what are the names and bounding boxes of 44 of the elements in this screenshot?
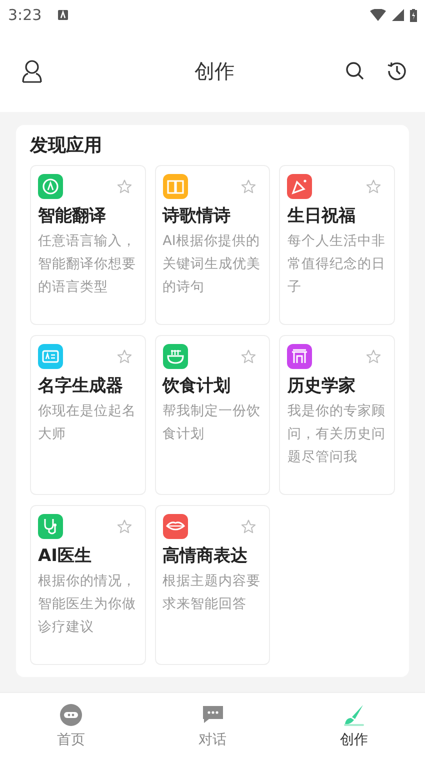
star-icon[interactable]	[366, 179, 381, 194]
app-card[interactable]: 智能翻译 任意语言输入，智能翻译你想要的语言类型	[30, 165, 146, 325]
battery-icon	[410, 8, 417, 22]
app-card[interactable]: 高情商表达 根据主题内容要求来智能回答	[154, 505, 270, 665]
app-card[interactable]: 名字生成器 你现在是位起名大师	[30, 335, 146, 495]
search-icon[interactable]	[345, 61, 365, 81]
star-icon[interactable]	[366, 349, 381, 364]
app-name: 诗歌情诗	[162, 205, 232, 227]
brush-icon	[342, 703, 366, 727]
app-name: 历史学家	[287, 375, 356, 397]
app-card[interactable]: 历史学家 我是你的专家顾问，有关历史问题尽管问我	[279, 335, 395, 495]
app-description: 帮我制定一份饮食计划	[162, 402, 262, 444]
app-name: 名字生成器	[38, 375, 124, 397]
star-icon[interactable]	[116, 519, 132, 534]
page-title: 创作	[194, 58, 236, 84]
app-description: 每个人生活中非常值得纪念的日子	[287, 232, 386, 297]
app-card[interactable]: AI医生 根据你的情况，智能医生为你做诊疗建议	[30, 505, 146, 665]
robot-face-icon	[58, 703, 83, 727]
app-name: 智能翻译	[38, 205, 107, 227]
app-description: AI根据你提供的关键词生成优美的诗句	[162, 232, 262, 297]
app-description: 我是你的专家顾问，有关历史问题尽管问我	[287, 402, 386, 467]
app-name: AI医生	[38, 545, 92, 567]
app-name: 饮食计划	[162, 375, 232, 397]
star-icon[interactable]	[241, 349, 256, 364]
history-icon[interactable]	[387, 61, 407, 81]
wifi-icon	[370, 9, 386, 21]
app-card[interactable]: 饮食计划 帮我制定一份饮食计划	[154, 335, 270, 495]
section-title: 发现应用	[30, 134, 103, 157]
star-icon[interactable]	[116, 349, 132, 364]
star-icon[interactable]	[241, 519, 256, 534]
app-description: 任意语言输入，智能翻译你想要的语言类型	[38, 232, 137, 297]
app-card[interactable]: 诗歌情诗 AI根据你提供的关键词生成优美的诗句	[154, 165, 270, 325]
status-time: 3:23	[8, 6, 42, 24]
app-name: 高情商表达	[162, 545, 249, 567]
app-name: 生日祝福	[287, 205, 356, 227]
star-icon[interactable]	[241, 179, 256, 194]
star-icon[interactable]	[116, 179, 132, 194]
app-description: 根据你的情况，智能医生为你做诊疗建议	[38, 572, 137, 637]
signal-icon	[392, 9, 404, 21]
app-description: 你现在是位起名大师	[38, 402, 137, 444]
profile-icon[interactable]	[20, 59, 44, 83]
app-card[interactable]: 生日祝福 每个人生活中非常值得纪念的日子	[279, 165, 395, 325]
app-description: 根据主题内容要求来智能回答	[162, 572, 262, 614]
notification-icon	[58, 10, 68, 20]
